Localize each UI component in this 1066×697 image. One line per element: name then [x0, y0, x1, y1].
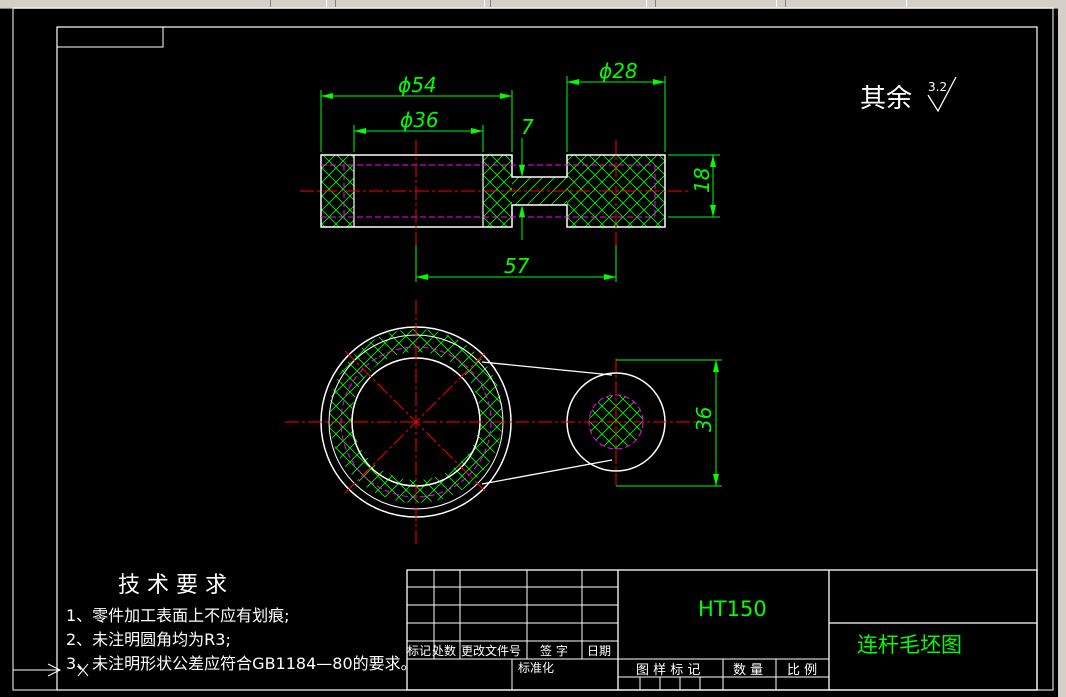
tech-item: 2、未注明圆角均为R3; [66, 630, 231, 649]
dim-d36: ϕ36 [400, 108, 439, 132]
roughness-prefix: 其余 [860, 84, 912, 114]
dim-36: 36 [692, 407, 716, 432]
row-label-change-doc: 更改文件号 [461, 643, 521, 658]
dim-7: 7 [521, 115, 534, 139]
stage-mark-label: 图 样 标 记 [636, 663, 700, 678]
title-block-grid [406, 569, 1038, 691]
row-label-count: 处数 [432, 643, 456, 658]
section-view [300, 140, 690, 245]
dim-d54: ϕ54 [398, 73, 437, 97]
right-scrollbar[interactable] [1058, 8, 1066, 697]
row-label-signature: 签 字 [540, 643, 568, 658]
row-label-mark: 标记 [407, 644, 431, 658]
tech-item: 1、零件加工表面上不应有划痕; [66, 606, 290, 625]
roughness-value: 3.2 [928, 80, 947, 94]
drawing-name-text: 连杆毛坯图 [857, 633, 962, 657]
material-text: HT150 [698, 597, 767, 621]
front-view [285, 300, 700, 545]
drawing-canvas[interactable]: ϕ54 ϕ36 ϕ28 7 57 18 其余 3.2 36 技 术 要 求 1、… [0, 0, 1058, 697]
dim-18: 18 [690, 168, 714, 193]
row-label-date: 日期 [587, 644, 611, 658]
standardization-label: 标准化 [518, 661, 554, 675]
drawing-number-box [56, 26, 164, 48]
dim-d28: ϕ28 [599, 59, 638, 83]
tech-item: 3、未注明形状公差应符合GB1184—80的要求。 [66, 654, 417, 673]
scale-label: 比 例 [787, 663, 817, 678]
dim-57: 57 [504, 254, 530, 278]
quantity-label: 数 量 [733, 663, 763, 678]
tech-title: 技 术 要 求 [118, 573, 227, 598]
